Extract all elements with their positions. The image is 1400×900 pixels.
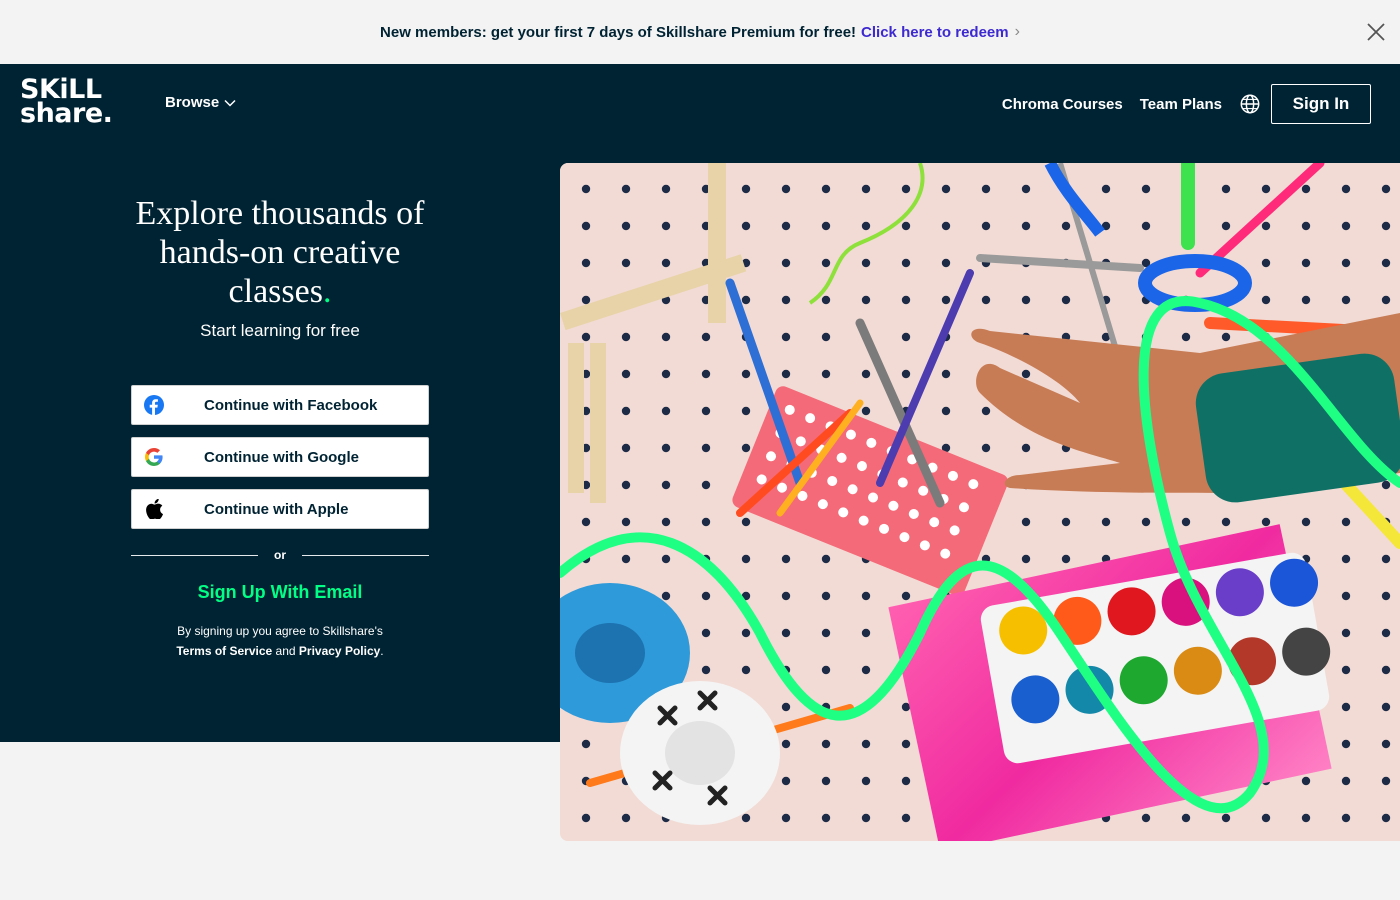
or-label: or (274, 548, 286, 562)
signup-email-link[interactable]: Sign Up With Email (131, 582, 429, 603)
redeem-link-label[interactable]: Click here to redeem (861, 24, 1009, 41)
signup-panel: Explore thousands of hands-on creative c… (0, 144, 560, 742)
chevron-down-icon (224, 99, 236, 107)
hero-image (560, 163, 1400, 841)
sign-in-button[interactable]: Sign In (1271, 84, 1371, 124)
apple-label: Continue with Apple (204, 500, 349, 518)
art-supplies-illustration (560, 163, 1400, 841)
globe-icon[interactable] (1239, 93, 1261, 115)
legal-prefix: By signing up you agree to Skillshare's (177, 624, 383, 638)
privacy-link[interactable]: Privacy Policy (299, 644, 380, 658)
promo-banner: New members: get your first 7 days of Sk… (0, 0, 1400, 64)
chevron-right-icon: › (1014, 23, 1020, 40)
terms-link[interactable]: Terms of Service (176, 644, 272, 658)
google-label: Continue with Google (204, 448, 359, 466)
divider-line-right (302, 554, 429, 556)
legal-and: and (275, 644, 296, 658)
hero-subtitle: Start learning for free (200, 321, 360, 340)
google-icon (144, 447, 164, 467)
divider-line-left (131, 554, 258, 556)
redeem-link[interactable]: Click here to redeem › (861, 23, 1020, 41)
facebook-icon (144, 395, 164, 415)
continue-apple-button[interactable]: Continue with Apple (131, 489, 429, 529)
top-nav: SKiLL share. Browse Chroma Courses Team … (0, 64, 1400, 144)
hero-title-line-2: hands-on creative (159, 234, 401, 271)
hero-title-line-3: classes (228, 273, 323, 310)
hero-title-line-1: Explore thousands of (135, 195, 425, 232)
apple-icon (144, 499, 164, 519)
hero-title: Explore thousands of hands-on creative c… (110, 194, 450, 311)
nav-right: Chroma Courses Team Plans Sign In (1002, 84, 1371, 124)
nav-team-plans[interactable]: Team Plans (1140, 96, 1222, 113)
continue-facebook-button[interactable]: Continue with Facebook (131, 385, 429, 425)
promo-text: New members: get your first 7 days of Sk… (380, 23, 857, 41)
logo-line-2: share. (20, 98, 113, 129)
close-icon[interactable] (1364, 20, 1388, 44)
skillshare-logo[interactable]: SKiLL share. (20, 76, 128, 132)
browse-menu[interactable]: Browse (165, 94, 236, 111)
legal-period: . (380, 644, 384, 658)
browse-label: Browse (165, 94, 220, 111)
nav-chroma-courses[interactable]: Chroma Courses (1002, 96, 1123, 113)
facebook-label: Continue with Facebook (204, 396, 378, 414)
legal-text: By signing up you agree to Skillshare's … (131, 621, 429, 661)
hero-title-dot: . (322, 273, 332, 310)
or-divider: or (131, 547, 429, 563)
continue-google-button[interactable]: Continue with Google (131, 437, 429, 477)
